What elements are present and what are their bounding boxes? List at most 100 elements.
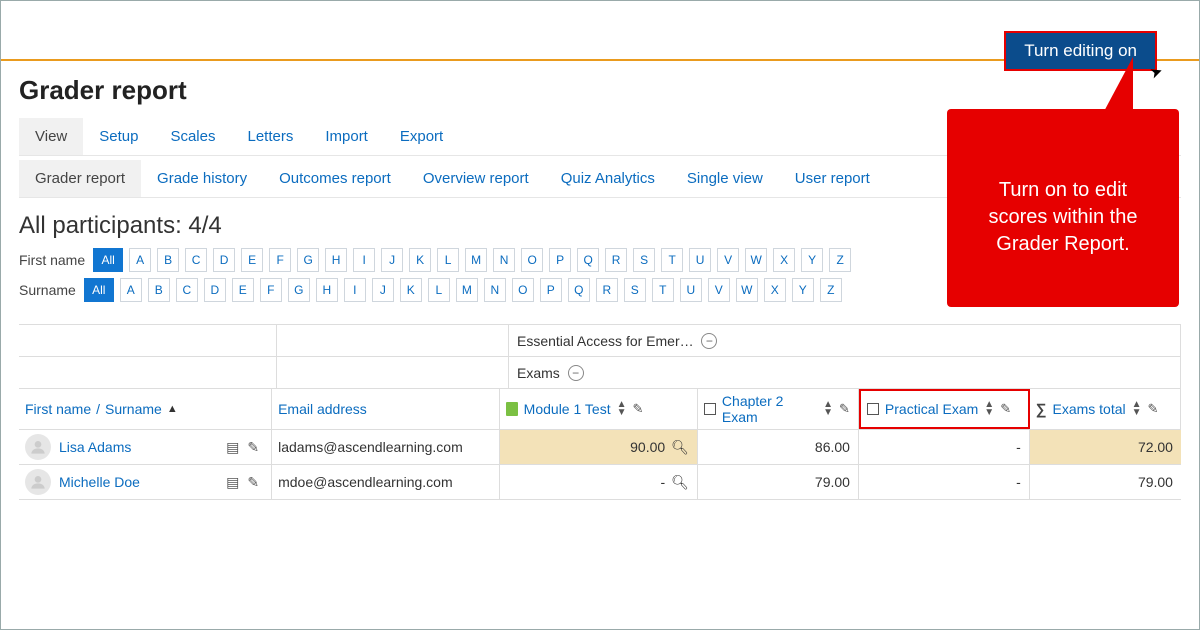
tab-import[interactable]: Import <box>309 118 384 155</box>
book-icon[interactable]: ▤ <box>226 439 239 456</box>
filter-letter-t[interactable]: T <box>661 248 683 272</box>
practical-header[interactable]: Practical Exam ▲▼ ✎ <box>859 389 1030 429</box>
student-name-link[interactable]: Michelle Doe <box>59 474 140 490</box>
filter-letter-l[interactable]: L <box>428 278 450 302</box>
pencil-icon[interactable]: ✎ <box>839 401 850 417</box>
tab-view[interactable]: View <box>19 118 83 155</box>
filter-letter-h[interactable]: H <box>325 248 347 272</box>
filter-all-button[interactable]: All <box>93 248 123 272</box>
filter-letter-e[interactable]: E <box>241 248 263 272</box>
filter-letter-r[interactable]: R <box>605 248 627 272</box>
student-name-link[interactable]: Lisa Adams <box>59 439 131 455</box>
filter-letter-x[interactable]: X <box>764 278 786 302</box>
filter-letter-g[interactable]: G <box>297 248 319 272</box>
course-category-label: Essential Access for Emer… <box>517 333 694 349</box>
filter-letter-j[interactable]: J <box>372 278 394 302</box>
filter-letter-h[interactable]: H <box>316 278 338 302</box>
turn-editing-on-button[interactable]: Turn editing on <box>1004 31 1157 71</box>
filter-letter-w[interactable]: W <box>736 278 758 302</box>
magnify-icon[interactable]: 🔍︎ <box>671 474 689 491</box>
name-header[interactable]: First name / Surname ▲ <box>19 389 272 429</box>
filter-letter-f[interactable]: F <box>260 278 282 302</box>
filter-letter-x[interactable]: X <box>773 248 795 272</box>
filter-letter-o[interactable]: O <box>512 278 534 302</box>
filter-letter-z[interactable]: Z <box>820 278 842 302</box>
filter-letter-o[interactable]: O <box>521 248 543 272</box>
filter-letter-s[interactable]: S <box>624 278 646 302</box>
filter-letter-i[interactable]: I <box>353 248 375 272</box>
pencil-icon[interactable]: ✎ <box>1000 401 1011 417</box>
tab-outcomes-report[interactable]: Outcomes report <box>263 160 407 197</box>
sort-icon[interactable]: ▲▼ <box>823 401 833 417</box>
filter-letter-m[interactable]: M <box>456 278 478 302</box>
tab-export[interactable]: Export <box>384 118 459 155</box>
filter-letter-m[interactable]: M <box>465 248 487 272</box>
filter-letter-q[interactable]: Q <box>568 278 590 302</box>
sort-icon[interactable]: ▲▼ <box>617 401 627 417</box>
surname-filter-label: Surname <box>19 282 76 298</box>
filter-letter-a[interactable]: A <box>129 248 151 272</box>
sort-asc-icon[interactable]: ▲ <box>167 403 178 415</box>
tab-single-view[interactable]: Single view <box>671 160 779 197</box>
total-header[interactable]: ∑ Exams total ▲▼ ✎ <box>1030 389 1181 429</box>
filter-letter-p[interactable]: P <box>540 278 562 302</box>
filter-letter-r[interactable]: R <box>596 278 618 302</box>
filter-letter-f[interactable]: F <box>269 248 291 272</box>
filter-letter-c[interactable]: C <box>185 248 207 272</box>
filter-letter-p[interactable]: P <box>549 248 571 272</box>
tab-setup[interactable]: Setup <box>83 118 154 155</box>
filter-letter-j[interactable]: J <box>381 248 403 272</box>
blank-cell <box>19 325 277 356</box>
filter-letter-b[interactable]: B <box>148 278 170 302</box>
magnify-icon[interactable]: 🔍︎ <box>671 439 689 456</box>
filter-letter-n[interactable]: N <box>484 278 506 302</box>
filter-letter-y[interactable]: Y <box>801 248 823 272</box>
filter-letter-w[interactable]: W <box>745 248 767 272</box>
filter-letter-k[interactable]: K <box>409 248 431 272</box>
filter-letter-y[interactable]: Y <box>792 278 814 302</box>
tab-grade-history[interactable]: Grade history <box>141 160 263 197</box>
sort-icon[interactable]: ▲▼ <box>1132 401 1142 417</box>
chapter2-header[interactable]: Chapter 2 Exam ▲▼ ✎ <box>698 389 859 429</box>
filter-letter-g[interactable]: G <box>288 278 310 302</box>
filter-letter-u[interactable]: U <box>689 248 711 272</box>
pencil-icon[interactable]: ✎ <box>632 401 643 417</box>
surname-header-label[interactable]: Surname <box>105 401 162 417</box>
tab-user-report[interactable]: User report <box>779 160 886 197</box>
blank-cell <box>277 325 509 356</box>
filter-letter-t[interactable]: T <box>652 278 674 302</box>
filter-letter-v[interactable]: V <box>708 278 730 302</box>
module1-header[interactable]: Module 1 Test ▲▼ ✎ <box>500 389 698 429</box>
filter-letter-a[interactable]: A <box>120 278 142 302</box>
tab-letters[interactable]: Letters <box>231 118 309 155</box>
filter-letter-e[interactable]: E <box>232 278 254 302</box>
filter-letter-n[interactable]: N <box>493 248 515 272</box>
filter-letter-k[interactable]: K <box>400 278 422 302</box>
filter-letter-i[interactable]: I <box>344 278 366 302</box>
pencil-icon[interactable]: ✎ <box>247 474 259 491</box>
collapse-icon[interactable]: − <box>701 333 717 349</box>
pencil-icon[interactable]: ✎ <box>247 439 259 456</box>
filter-letter-v[interactable]: V <box>717 248 739 272</box>
total-score-cell: 72.00 <box>1030 430 1181 464</box>
filter-letter-l[interactable]: L <box>437 248 459 272</box>
collapse-icon[interactable]: − <box>568 365 584 381</box>
email-header[interactable]: Email address <box>272 389 500 429</box>
filter-letter-d[interactable]: D <box>213 248 235 272</box>
tab-quiz-analytics[interactable]: Quiz Analytics <box>545 160 671 197</box>
book-icon[interactable]: ▤ <box>226 474 239 491</box>
filter-letter-z[interactable]: Z <box>829 248 851 272</box>
pencil-icon[interactable]: ✎ <box>1148 401 1159 417</box>
filter-letter-d[interactable]: D <box>204 278 226 302</box>
filter-letter-s[interactable]: S <box>633 248 655 272</box>
filter-letter-q[interactable]: Q <box>577 248 599 272</box>
filter-letter-b[interactable]: B <box>157 248 179 272</box>
filter-letter-u[interactable]: U <box>680 278 702 302</box>
tab-grader-report[interactable]: Grader report <box>19 160 141 197</box>
tab-overview-report[interactable]: Overview report <box>407 160 545 197</box>
filter-all-button[interactable]: All <box>84 278 114 302</box>
sort-icon[interactable]: ▲▼ <box>984 401 994 417</box>
tab-scales[interactable]: Scales <box>154 118 231 155</box>
firstname-header-label[interactable]: First name <box>25 401 91 417</box>
filter-letter-c[interactable]: C <box>176 278 198 302</box>
